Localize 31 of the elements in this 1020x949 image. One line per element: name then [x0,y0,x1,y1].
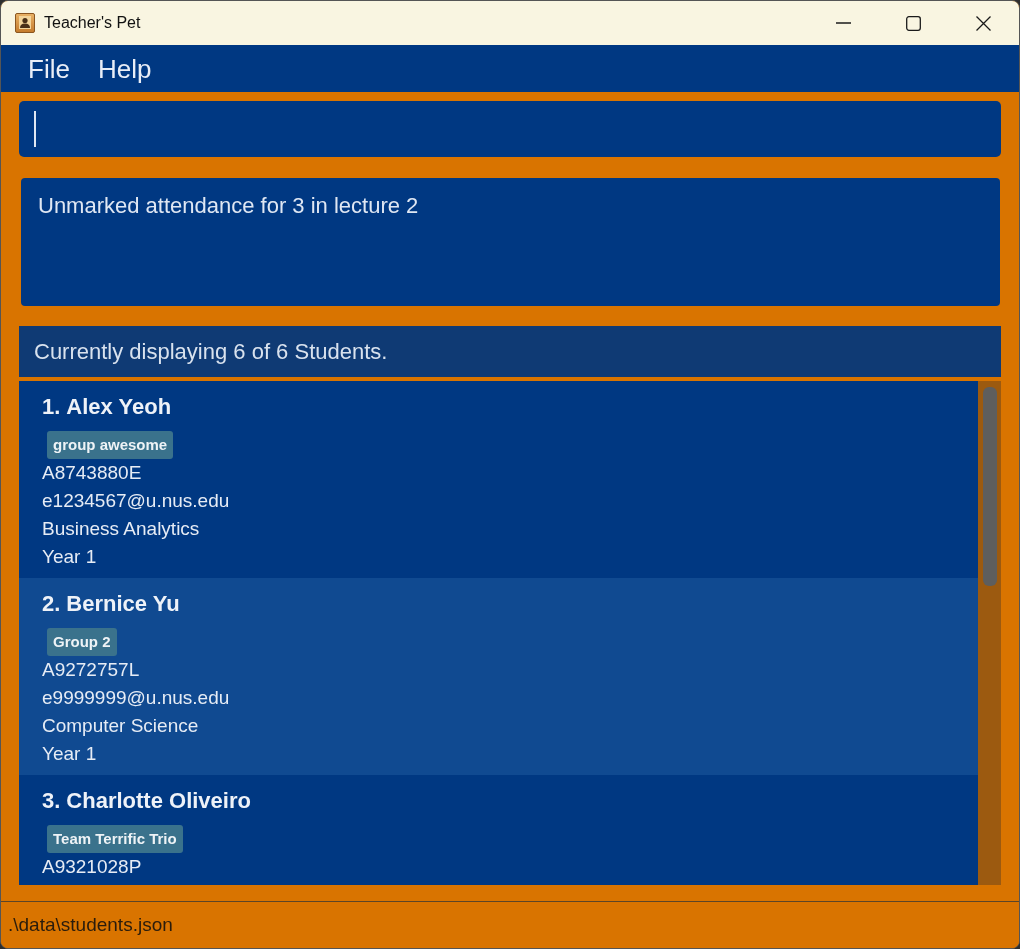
student-id: A9272757L [42,658,140,682]
close-icon [975,15,991,31]
student-major: Computer Science [42,714,199,738]
group-tag: Group 2 [47,628,117,656]
person-tile-icon [15,13,35,33]
student-year: Year 1 [42,545,97,569]
menu-item[interactable]: File [20,49,78,88]
student-id: A9321028P [42,855,142,879]
student-name: Alex Yeoh [66,394,172,420]
student-name: Charlotte Oliveiro [66,788,251,814]
maximize-icon [905,15,921,31]
index-label: 1. [42,394,61,420]
file-path-text: .\data\students.json [8,914,173,936]
result-message: Unmarked attendance for 3 in lecture 2 [38,193,419,218]
student-year: Year 1 [42,742,97,766]
index-label: 2. [42,591,61,617]
command-field[interactable] [19,101,1001,157]
minimize-icon [835,22,851,24]
student-email: e1234567@u.nus.edu [42,489,230,513]
student-email: e9999999@u.nus.edu [42,686,230,710]
student-name: Bernice Yu [66,591,180,617]
group-tag: Team Terrific Trio [47,825,183,853]
student-card[interactable]: 2. Bernice Yu Group 2 A9272757L e9999999@u.nus.edu Computer Science Year 1 [19,578,978,775]
student-id: A8743880E [42,461,142,485]
window-title: Teacher's Pet [44,14,141,32]
student-major: Business Analytics [42,517,200,541]
group-tag: group awesome [47,431,174,459]
menu-item[interactable]: Help [89,49,160,88]
scrollbar-thumb[interactable] [983,387,997,586]
list-count-text: Currently displaying 6 of 6 Students. [34,338,388,365]
index-label: 3. [42,788,61,814]
